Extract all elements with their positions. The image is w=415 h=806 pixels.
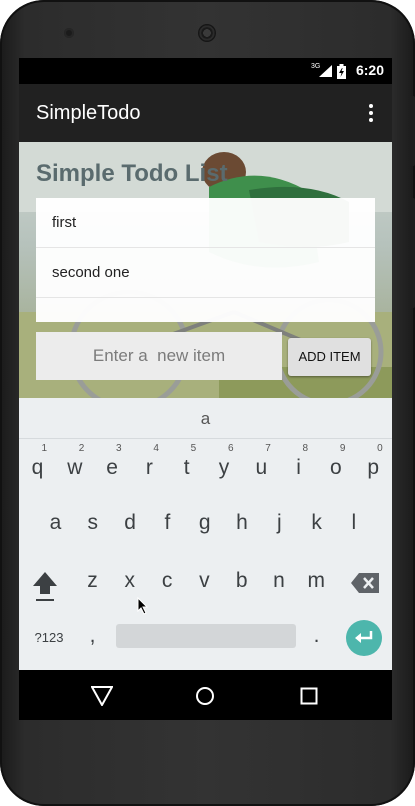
list-item[interactable]: second one xyxy=(36,248,375,298)
key-hint: 7 xyxy=(265,443,271,454)
recents-icon[interactable] xyxy=(300,687,318,705)
key-a[interactable]: a xyxy=(37,495,74,545)
key-label: j xyxy=(276,511,282,534)
key-label: t xyxy=(183,456,190,479)
key-hint: 0 xyxy=(377,443,383,454)
key-label: b xyxy=(235,569,248,592)
enter-icon xyxy=(355,631,373,643)
key-label: q xyxy=(31,456,44,479)
key-g[interactable]: g xyxy=(186,495,223,545)
key-label: z xyxy=(87,569,98,592)
todo-list[interactable]: first second one xyxy=(36,198,375,322)
app-title: SimpleTodo xyxy=(36,102,141,124)
key-j[interactable]: j xyxy=(261,495,298,545)
suggestion-strip[interactable]: a xyxy=(19,398,392,439)
key-label: r xyxy=(145,456,153,479)
key-label: i xyxy=(296,456,301,479)
signal-icon xyxy=(319,65,332,77)
key-d[interactable]: d xyxy=(112,495,149,545)
key-b[interactable]: b xyxy=(223,553,260,603)
key-o[interactable]: o9 xyxy=(317,440,354,490)
key-label: e xyxy=(106,456,118,479)
volume-button[interactable] xyxy=(409,198,415,308)
key-f[interactable]: f xyxy=(149,495,186,545)
backspace-icon[interactable] xyxy=(350,572,380,594)
key-r[interactable]: r4 xyxy=(131,440,168,490)
key-hint: 5 xyxy=(190,443,197,454)
mouse-cursor-icon xyxy=(137,597,149,615)
key-label: l xyxy=(351,511,357,534)
new-item-input[interactable] xyxy=(36,332,282,380)
key-p[interactable]: p0 xyxy=(355,440,392,490)
earpiece-speaker xyxy=(198,24,216,42)
status-time: 6:20 xyxy=(355,62,384,78)
key-label: h xyxy=(236,511,248,534)
home-icon[interactable] xyxy=(195,686,215,706)
key-label: x xyxy=(124,569,136,592)
key-h[interactable]: h xyxy=(224,495,261,545)
device-frame: 3G 6:20 SimpleTodo Simple Todo List firs… xyxy=(0,0,415,806)
key-label: n xyxy=(273,569,285,592)
key-label: w xyxy=(67,456,83,479)
key-label: o xyxy=(330,456,342,479)
add-item-button[interactable]: ADD ITEM xyxy=(288,338,371,376)
key-label: m xyxy=(307,569,326,592)
key-hint: 6 xyxy=(227,443,234,454)
key-hint: 3 xyxy=(116,443,122,454)
period-key[interactable]: . xyxy=(298,620,335,670)
back-icon[interactable] xyxy=(91,686,113,706)
screen: 3G 6:20 SimpleTodo Simple Todo List firs… xyxy=(19,58,392,720)
list-item[interactable]: first xyxy=(36,198,375,248)
key-l[interactable]: l xyxy=(335,495,372,545)
key-w[interactable]: w2 xyxy=(56,440,93,490)
key-z[interactable]: z xyxy=(74,553,111,603)
symbols-key[interactable]: ?123 xyxy=(29,620,69,670)
key-hint: 1 xyxy=(41,443,47,454)
key-n[interactable]: n xyxy=(261,553,298,603)
app-bar: SimpleTodo xyxy=(19,84,392,142)
enter-key[interactable] xyxy=(346,620,382,656)
spacebar[interactable] xyxy=(116,624,296,648)
key-label: p xyxy=(367,456,380,479)
key-hint: 9 xyxy=(339,443,346,454)
key-label: a xyxy=(49,511,62,534)
key-label: d xyxy=(124,511,136,534)
key-k[interactable]: k xyxy=(298,495,335,545)
key-e[interactable]: e3 xyxy=(94,440,131,490)
key-label: u xyxy=(255,456,268,479)
key-s[interactable]: s xyxy=(74,495,111,545)
key-y[interactable]: y6 xyxy=(206,440,243,490)
soft-keyboard: a q1w2e3r4t5y6u7i8o9p0 asdfghjkl zxcvbnm… xyxy=(19,398,392,670)
power-button[interactable] xyxy=(409,96,415,166)
list-heading: Simple Todo List xyxy=(36,160,228,187)
battery-icon xyxy=(337,64,346,79)
status-bar: 3G 6:20 xyxy=(19,58,392,84)
key-label: c xyxy=(161,569,173,592)
front-camera xyxy=(64,28,74,38)
key-label: v xyxy=(199,569,210,592)
key-hint: 8 xyxy=(302,443,309,454)
key-u[interactable]: u7 xyxy=(243,440,280,490)
key-label: y xyxy=(218,456,230,479)
key-hint: 4 xyxy=(153,443,159,454)
key-x[interactable]: x xyxy=(111,553,148,603)
overflow-menu-icon[interactable] xyxy=(368,104,374,122)
key-i[interactable]: i8 xyxy=(280,440,317,490)
key-t[interactable]: t5 xyxy=(168,440,205,490)
key-c[interactable]: c xyxy=(149,553,186,603)
navigation-bar xyxy=(19,670,392,720)
key-q[interactable]: q1 xyxy=(19,440,56,490)
main-content: Simple Todo List first second one ADD IT… xyxy=(19,142,392,398)
shift-icon[interactable] xyxy=(32,570,58,602)
key-label: s xyxy=(87,511,99,534)
key-v[interactable]: v xyxy=(186,553,223,603)
key-label: k xyxy=(311,511,322,534)
comma-key[interactable]: , xyxy=(74,620,111,670)
key-m[interactable]: m xyxy=(298,553,335,603)
key-label: f xyxy=(164,511,171,534)
key-hint: 2 xyxy=(78,443,85,454)
key-label: g xyxy=(198,511,211,534)
